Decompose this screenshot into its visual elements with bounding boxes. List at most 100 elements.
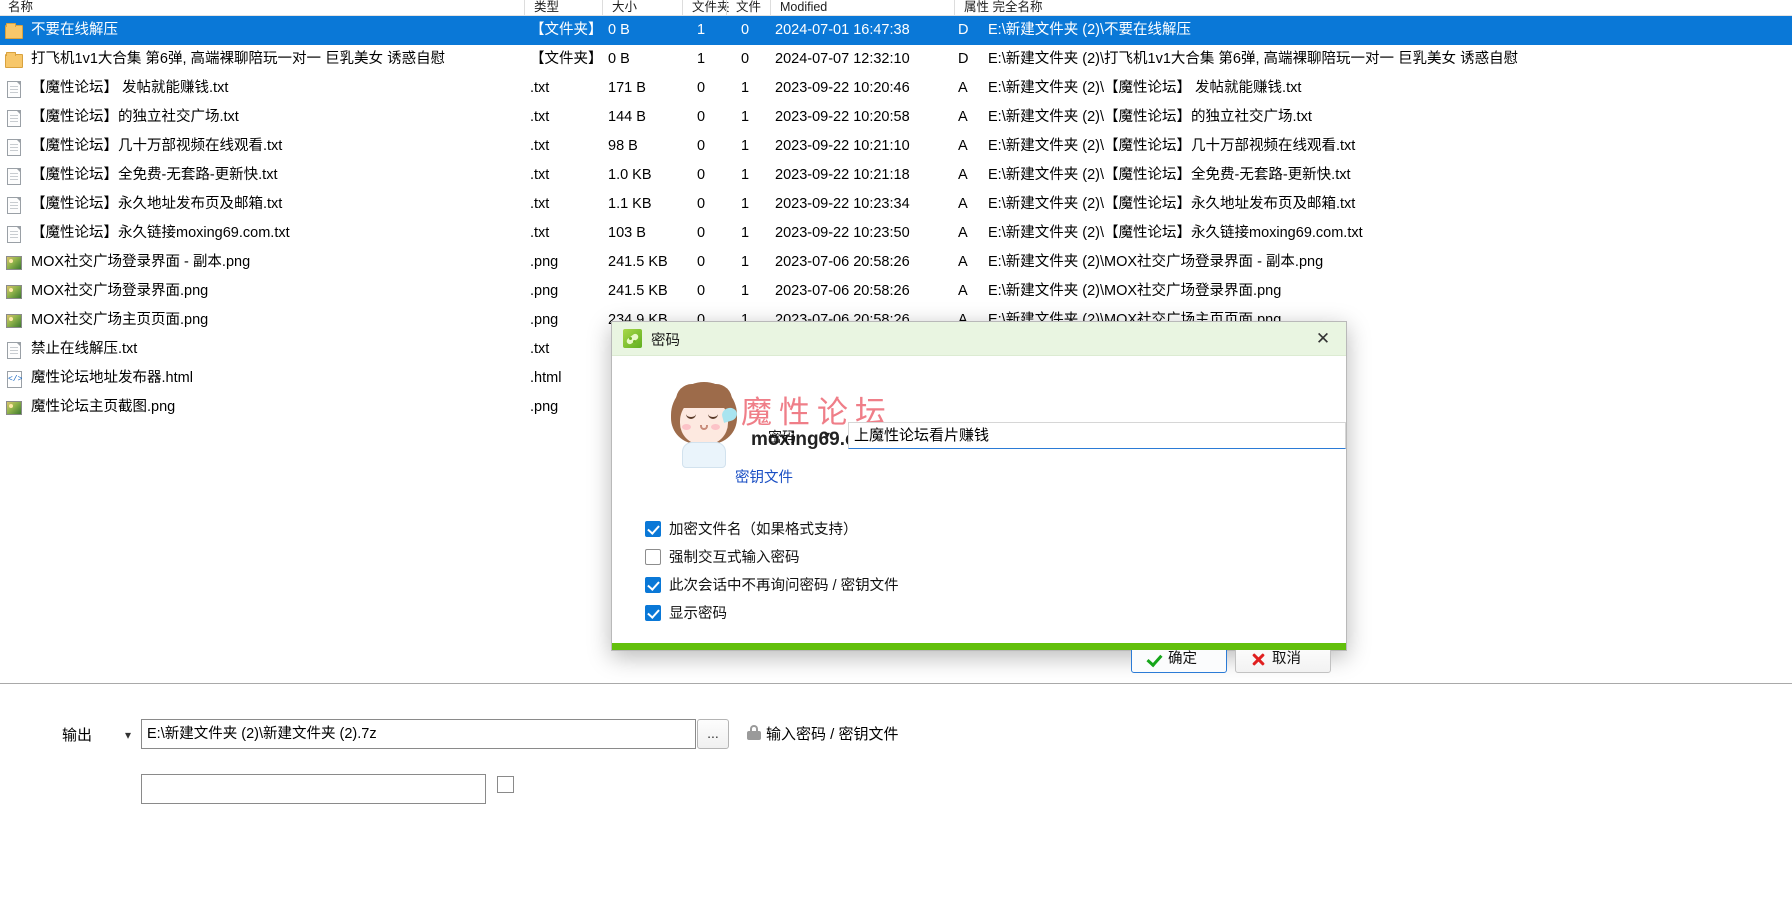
- cell-type: .txt: [530, 196, 550, 212]
- table-row[interactable]: 【魔性论坛】 发帖就能赚钱.txt .txt 171 B 0 1 2023-09-22 1…: [0, 74, 1792, 103]
- folder-icon: [5, 51, 23, 69]
- password-row: 密码 ▾ 上魔性论坛看片赚钱: [724, 422, 1346, 450]
- column-divider[interactable]: [954, 0, 955, 15]
- cell-path: E:\新建文件夹 (2)\【魔性论坛】永久地址发布页及邮箱.txt: [988, 196, 1356, 212]
- secondary-checkbox[interactable]: [497, 776, 514, 793]
- column-divider[interactable]: [770, 0, 771, 15]
- cell-name: 魔性论坛主页截图.png: [31, 399, 176, 415]
- output-path-input[interactable]: E:\新建文件夹 (2)\新建文件夹 (2).7z: [141, 719, 696, 749]
- cell-files: 1: [740, 225, 750, 241]
- cell-name: 【魔性论坛】几十万部视频在线观看.txt: [31, 138, 283, 154]
- column-header-name[interactable]: 名称: [4, 0, 524, 15]
- column-header-type[interactable]: 类型: [530, 0, 604, 15]
- checkbox-label: 强制交互式输入密码: [669, 550, 800, 566]
- table-row[interactable]: MOX社交广场登录界面.png .png 241.5 KB 0 1 2023-07-06 …: [0, 277, 1792, 306]
- cell-files: 1: [740, 138, 750, 154]
- column-divider[interactable]: [682, 0, 683, 15]
- password-keyfile-link[interactable]: 输入密码 / 密钥文件: [766, 723, 899, 744]
- checkbox-label: 此次会话中不再询问密码 / 密钥文件: [669, 578, 899, 594]
- cell-path: E:\新建文件夹 (2)\【魔性论坛】全免费-无套路-更新快.txt: [988, 167, 1351, 183]
- column-header-modified[interactable]: Modified: [776, 0, 956, 15]
- cell-modified: 2024-07-01 16:47:38: [775, 22, 910, 38]
- column-header-path[interactable]: 属性 完全名称: [960, 0, 1780, 15]
- table-row[interactable]: 【魔性论坛】几十万部视频在线观看.txt .txt 98 B 0 1 2023-09-22…: [0, 132, 1792, 161]
- cell-folders: 0: [696, 283, 706, 299]
- table-row[interactable]: 打飞机1v1大合集 第6弹, 高端裸聊陪玩一对一 巨乳美女 诱惑自慰 【文件夹】 0…: [0, 45, 1792, 74]
- cell-size: 1.0 KB: [608, 167, 652, 183]
- cell-name: 【魔性论坛】的独立社交广场.txt: [31, 109, 239, 125]
- cell-size: 98 B: [608, 138, 638, 154]
- password-input[interactable]: 上魔性论坛看片赚钱: [848, 422, 1346, 449]
- column-divider[interactable]: [602, 0, 603, 15]
- keyfile-link[interactable]: 密钥文件: [735, 466, 793, 487]
- cell-path: E:\新建文件夹 (2)\不要在线解压: [988, 22, 1192, 38]
- cell-modified: 2024-07-07 12:32:10: [775, 51, 910, 67]
- text-file-icon: [5, 341, 23, 359]
- cell-attr: A: [958, 196, 968, 212]
- cell-folders: 0: [696, 167, 706, 183]
- cell-size: 241.5 KB: [608, 283, 668, 299]
- dialog-title-bar: 密码 ✕: [612, 322, 1346, 356]
- column-header-size[interactable]: 大小: [608, 0, 676, 15]
- table-row[interactable]: 【魔性论坛】永久链接moxing69.com.txt .txt 103 B 0 1 202…: [0, 219, 1792, 248]
- checkbox-2[interactable]: [645, 577, 661, 593]
- cell-name: 魔性论坛地址发布器.html: [31, 370, 193, 386]
- image-file-icon: [5, 399, 23, 417]
- cell-path: E:\新建文件夹 (2)\【魔性论坛】永久链接moxing69.com.txt: [988, 225, 1363, 241]
- column-divider[interactable]: [726, 0, 727, 15]
- table-row[interactable]: 不要在线解压 【文件夹】 0 B 1 0 2024-07-01 16:47:38 D E:\新…: [0, 16, 1792, 45]
- text-file-icon: [5, 80, 23, 98]
- cell-attr: A: [958, 283, 968, 299]
- checkbox-label: 加密文件名（如果格式支持）: [669, 522, 858, 538]
- cell-size: 241.5 KB: [608, 254, 668, 270]
- cell-size: 1.1 KB: [608, 196, 652, 212]
- cell-files: 0: [740, 51, 750, 67]
- cell-type: .txt: [530, 80, 550, 96]
- dialog-accent-bar: [612, 643, 1346, 650]
- cell-folders: 0: [696, 109, 706, 125]
- cell-files: 1: [740, 80, 750, 96]
- cell-modified: 2023-07-06 20:58:26: [775, 283, 910, 299]
- column-divider[interactable]: [524, 0, 525, 15]
- cell-type: .txt: [530, 225, 550, 241]
- checkbox-3[interactable]: [645, 605, 661, 621]
- table-row[interactable]: 【魔性论坛】全免费-无套路-更新快.txt .txt 1.0 KB 0 1 2023-09…: [0, 161, 1792, 190]
- cell-name: MOX社交广场登录界面 - 副本.png: [31, 254, 251, 270]
- image-file-icon: [5, 283, 23, 301]
- close-icon[interactable]: ✕: [1308, 329, 1338, 350]
- folder-icon: [5, 22, 23, 40]
- cell-attr: D: [958, 22, 969, 38]
- cell-files: 1: [740, 109, 750, 125]
- column-header-files[interactable]: 文件: [732, 0, 770, 15]
- cell-files: 1: [740, 196, 750, 212]
- cell-type: .png: [530, 283, 559, 299]
- cell-name: 【魔性论坛】永久链接moxing69.com.txt: [31, 225, 290, 241]
- secondary-input[interactable]: [141, 774, 486, 804]
- chevron-down-icon[interactable]: ▾: [120, 727, 136, 743]
- cell-type: .html: [530, 370, 562, 386]
- column-header-folders[interactable]: 文件夹: [688, 0, 730, 15]
- checkbox-0[interactable]: [645, 521, 661, 537]
- browse-button[interactable]: ...: [697, 719, 729, 749]
- cell-path: E:\新建文件夹 (2)\打飞机1v1大合集 第6弹, 高端裸聊陪玩一对一 巨乳…: [988, 51, 1519, 67]
- cell-name: 【魔性论坛】全免费-无套路-更新快.txt: [31, 167, 278, 183]
- cell-type: .png: [530, 312, 559, 328]
- cell-path: E:\新建文件夹 (2)\MOX社交广场登录界面.png: [988, 283, 1282, 299]
- table-row[interactable]: MOX社交广场登录界面 - 副本.png .png 241.5 KB 0 1 2023-0…: [0, 248, 1792, 277]
- chevron-down-icon[interactable]: ▾: [824, 428, 830, 442]
- text-file-icon: [5, 138, 23, 156]
- cell-folders: 0: [696, 138, 706, 154]
- cell-attr: A: [958, 138, 968, 154]
- table-row[interactable]: 【魔性论坛】永久地址发布页及邮箱.txt .txt 1.1 KB 0 1 2023-09-…: [0, 190, 1792, 219]
- cell-name: 【魔性论坛】 发帖就能赚钱.txt: [31, 80, 229, 96]
- cell-type: .png: [530, 399, 559, 415]
- file-list-header[interactable]: 名称 类型 大小 文件夹 文件 Modified 属性 完全名称: [0, 0, 1792, 16]
- cell-type: .txt: [530, 341, 550, 357]
- cell-folders: 0: [696, 225, 706, 241]
- table-row[interactable]: 【魔性论坛】的独立社交广场.txt .txt 144 B 0 1 2023-09-22 1…: [0, 103, 1792, 132]
- image-file-icon: [5, 312, 23, 330]
- cell-modified: 2023-07-06 20:58:26: [775, 254, 910, 270]
- output-row: 输出 ▾ E:\新建文件夹 (2)\新建文件夹 (2).7z ... 输入密码 …: [0, 718, 1792, 752]
- checkbox-1[interactable]: [645, 549, 661, 565]
- cell-files: 1: [740, 167, 750, 183]
